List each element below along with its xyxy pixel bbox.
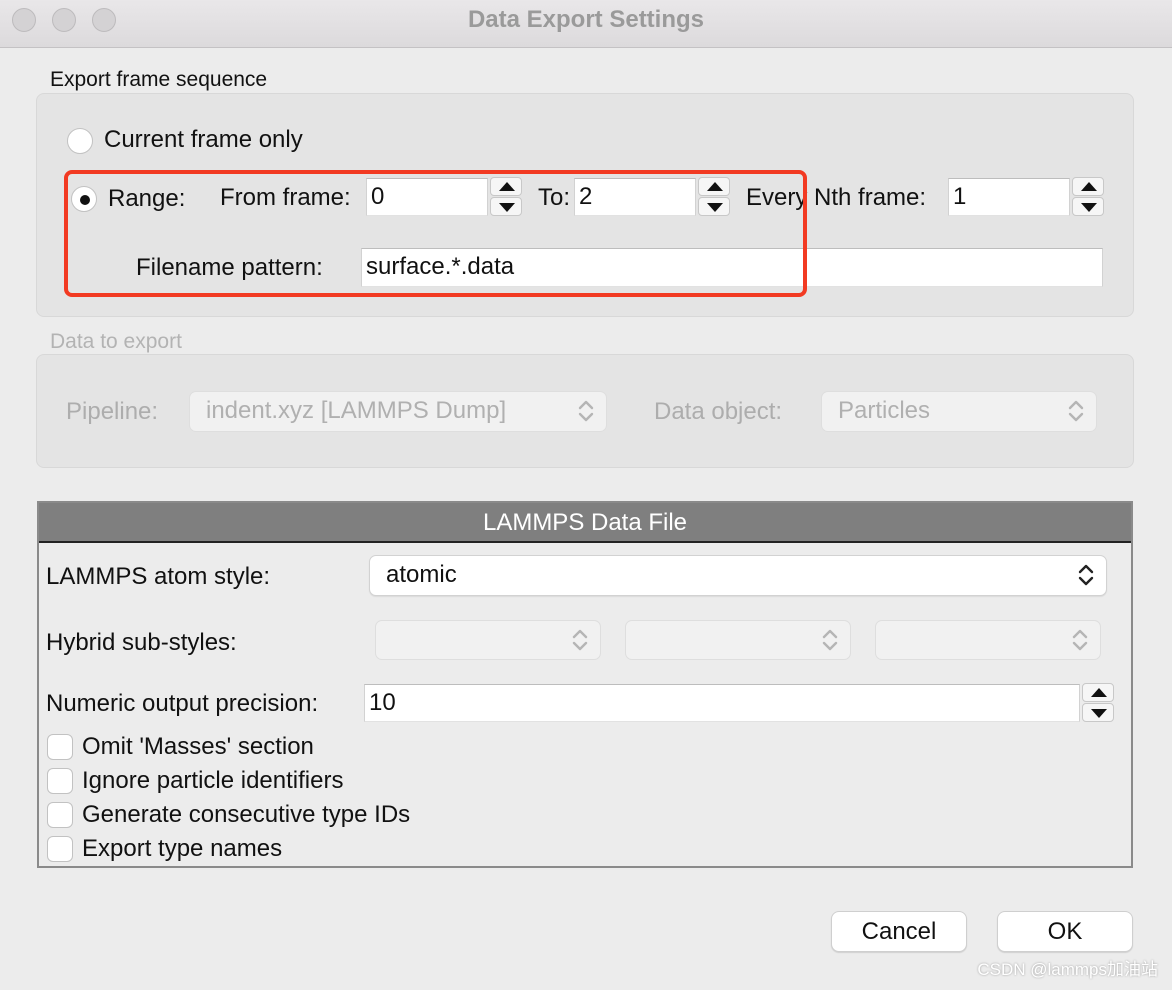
arrow-down-icon (499, 203, 515, 212)
arrow-down-icon (1091, 709, 1107, 718)
from-frame-label: From frame: (220, 184, 351, 211)
arrow-up-icon (1091, 688, 1107, 697)
data-object-select-value: Particles (838, 397, 931, 424)
to-frame-label: To: (538, 184, 571, 211)
hybrid-sub-styles-label: Hybrid sub-styles: (46, 629, 237, 656)
ok-button[interactable]: OK (997, 911, 1133, 952)
cancel-button[interactable]: Cancel (831, 911, 967, 952)
chevron-updown-icon (578, 400, 594, 422)
from-frame-input[interactable]: 0 (366, 178, 488, 216)
every-nth-frame-decrement[interactable] (1072, 197, 1104, 216)
data-object-label: Data object: (654, 398, 783, 425)
consecutive-type-ids-checkbox[interactable] (47, 802, 73, 828)
to-frame-input[interactable]: 2 (574, 178, 696, 216)
chevron-updown-icon (1072, 629, 1088, 651)
arrow-down-icon (707, 203, 723, 212)
title-bar: Data Export Settings (0, 0, 1172, 48)
current-frame-radio[interactable] (67, 128, 93, 154)
current-frame-label: Current frame only (104, 126, 303, 153)
numeric-precision-label: Numeric output precision: (46, 690, 319, 717)
range-label: Range: (108, 185, 186, 212)
from-frame-decrement[interactable] (490, 197, 522, 216)
chevron-updown-icon (1068, 400, 1084, 422)
atom-style-select-value: atomic (386, 561, 457, 588)
ignore-identifiers-checkbox[interactable] (47, 768, 73, 794)
numeric-precision-input[interactable]: 10 (364, 684, 1080, 722)
ignore-identifiers-label: Ignore particle identifiers (82, 767, 344, 794)
export-type-names-label: Export type names (82, 835, 283, 862)
every-nth-frame-increment[interactable] (1072, 177, 1104, 196)
atom-style-select[interactable]: atomic (369, 555, 1107, 596)
to-frame-increment[interactable] (698, 177, 730, 196)
lammps-panel-header: LAMMPS Data File (39, 503, 1131, 543)
pipeline-select-value: indent.xyz [LAMMPS Dump] (206, 397, 507, 424)
pipeline-label: Pipeline: (66, 398, 159, 425)
range-radio-selected-dot (80, 195, 90, 205)
filename-pattern-input[interactable]: surface.*.data (361, 248, 1103, 287)
chevron-updown-icon (1078, 564, 1094, 586)
atom-style-label: LAMMPS atom style: (46, 563, 271, 590)
data-to-export-label: Data to export (50, 330, 182, 353)
arrow-up-icon (499, 182, 515, 191)
hybrid-sub-style-select-1[interactable] (375, 620, 601, 660)
every-nth-frame-label: Every Nth frame: (746, 184, 927, 211)
hybrid-sub-style-select-2[interactable] (625, 620, 851, 660)
omit-masses-label: Omit 'Masses' section (82, 733, 314, 760)
range-radio[interactable] (71, 186, 97, 212)
omit-masses-checkbox[interactable] (47, 734, 73, 760)
to-frame-decrement[interactable] (698, 197, 730, 216)
from-frame-increment[interactable] (490, 177, 522, 196)
watermark: CSDN @lammps加油站 (977, 960, 1158, 979)
chevron-updown-icon (822, 629, 838, 651)
consecutive-type-ids-label: Generate consecutive type IDs (82, 801, 411, 828)
numeric-precision-increment[interactable] (1082, 683, 1114, 702)
export-type-names-checkbox[interactable] (47, 836, 73, 862)
pipeline-select[interactable]: indent.xyz [LAMMPS Dump] (189, 391, 607, 432)
filename-pattern-label: Filename pattern: (136, 254, 323, 281)
hybrid-sub-style-select-3[interactable] (875, 620, 1101, 660)
every-nth-frame-input[interactable]: 1 (948, 178, 1070, 216)
arrow-up-icon (1081, 182, 1097, 191)
numeric-precision-decrement[interactable] (1082, 703, 1114, 722)
chevron-updown-icon (572, 629, 588, 651)
window-title: Data Export Settings (467, 6, 705, 33)
arrow-down-icon (1081, 203, 1097, 212)
export-frame-sequence-label: Export frame sequence (50, 68, 268, 91)
arrow-up-icon (707, 182, 723, 191)
data-object-select[interactable]: Particles (821, 391, 1097, 432)
